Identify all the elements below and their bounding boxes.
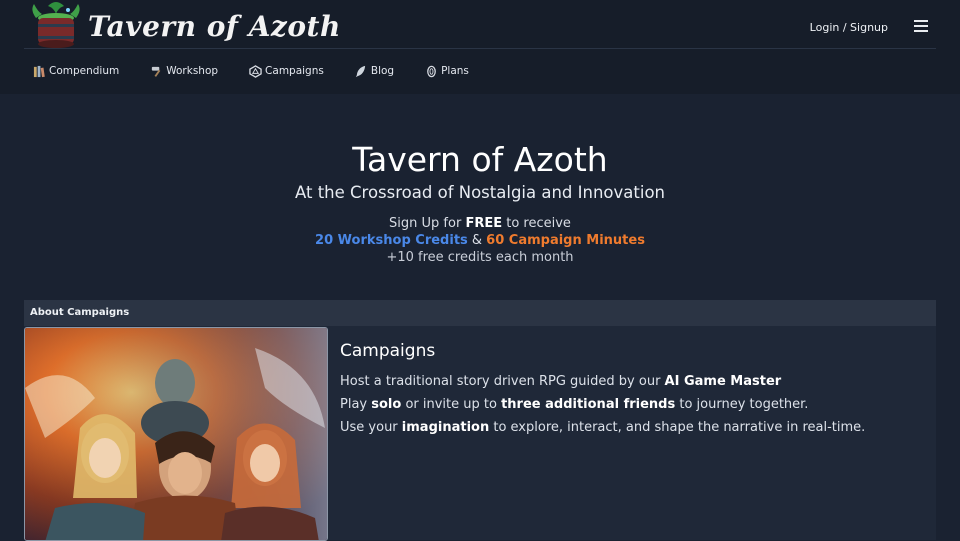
- nav-item-plans[interactable]: Plans: [424, 62, 469, 80]
- nav-label: Compendium: [49, 65, 120, 77]
- nav-item-blog[interactable]: Blog: [354, 62, 394, 80]
- site-logo-text[interactable]: Tavern of Azoth: [88, 10, 341, 43]
- line-text: to journey together.: [675, 397, 809, 412]
- nav-item-campaigns[interactable]: Campaigns: [248, 62, 324, 80]
- campaign-minutes: 60 Campaign Minutes: [486, 233, 645, 248]
- main-nav: Compendium Workshop Campaigns Blog Plans: [32, 62, 499, 80]
- hero-section: Tavern of Azoth At the Crossroad of Nost…: [0, 138, 960, 266]
- line-text: or invite up to: [401, 397, 502, 412]
- brand-row: Tavern of Azoth Login / Signup: [24, 0, 936, 49]
- nav-label: Workshop: [166, 65, 219, 77]
- tavern-logo-icon[interactable]: [28, 0, 84, 50]
- about-campaigns-panel: Campaigns Host a traditional story drive…: [24, 326, 936, 541]
- hamburger-menu-icon[interactable]: [914, 20, 928, 32]
- line-text: to explore, interact, and shape the narr…: [489, 420, 866, 435]
- nav-item-compendium[interactable]: Compendium: [32, 62, 119, 80]
- promo-text: to receive: [502, 216, 571, 231]
- promo-line-1: Sign Up for FREE to receive: [0, 215, 960, 232]
- workshop-credits: 20 Workshop Credits: [315, 233, 468, 248]
- line-bold: solo: [371, 397, 402, 412]
- hero-subtitle: At the Crossroad of Nostalgia and Innova…: [294, 183, 666, 202]
- promo-ampersand: &: [467, 233, 487, 248]
- promo-text: Sign Up for: [389, 216, 466, 231]
- promo-line-2: 20 Workshop Credits & 60 Campaign Minute…: [0, 232, 960, 249]
- about-campaigns-header: About Campaigns: [24, 300, 936, 326]
- line-text: Use your: [340, 420, 402, 435]
- description-line-1: Host a traditional story driven RPG guid…: [340, 370, 920, 393]
- section-title: Campaigns: [340, 341, 436, 361]
- line-bold: AI Game Master: [664, 374, 782, 389]
- dice-icon: [248, 64, 262, 78]
- books-icon: [32, 64, 46, 78]
- top-navigation-bar: Tavern of Azoth Login / Signup Compendiu…: [0, 0, 960, 94]
- line-bold: imagination: [401, 420, 490, 435]
- campaign-artwork-image: [24, 327, 328, 541]
- hero-title: Tavern of Azoth: [352, 140, 608, 179]
- nav-label: Blog: [370, 65, 395, 77]
- line-text: Play: [340, 397, 372, 412]
- line-bold: three additional friends: [501, 397, 676, 412]
- line-text: Host a traditional story driven RPG guid…: [340, 374, 665, 389]
- about-campaigns-info: Campaigns Host a traditional story drive…: [340, 341, 920, 439]
- monthly-credits: +10 free credits each month: [386, 250, 574, 265]
- nav-label: Plans: [441, 65, 469, 77]
- nav-label: Campaigns: [265, 65, 324, 77]
- nav-item-workshop[interactable]: Workshop: [149, 62, 218, 80]
- hammer-icon: [149, 64, 163, 78]
- signup-promo: Sign Up for FREE to receive 20 Workshop …: [0, 215, 960, 266]
- description-line-2: Play solo or invite up to three addition…: [340, 393, 920, 416]
- promo-free: FREE: [465, 216, 503, 231]
- coins-icon: [424, 64, 438, 78]
- quill-icon: [354, 64, 368, 78]
- description-line-3: Use your imagination to explore, interac…: [340, 416, 920, 439]
- login-signup-link[interactable]: Login / Signup: [810, 21, 888, 34]
